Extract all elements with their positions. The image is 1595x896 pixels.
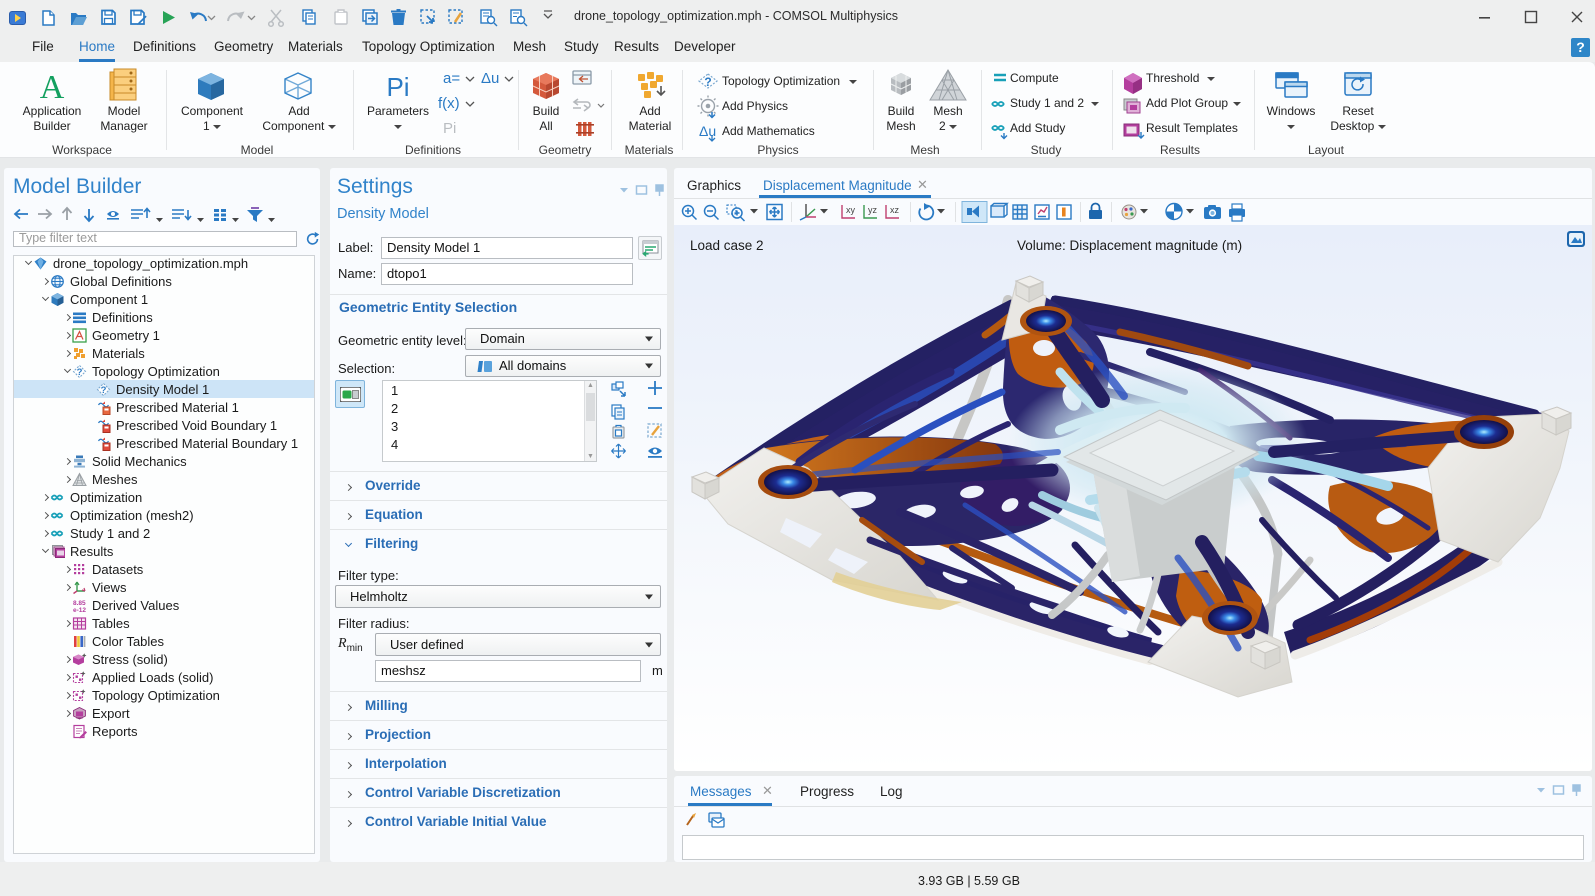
svg-text:Δu: Δu — [699, 123, 716, 139]
svg-text:8.85: 8.85 — [73, 600, 86, 607]
svg-text:a=: a= — [443, 70, 460, 87]
svg-text:?: ? — [77, 367, 83, 378]
svg-text:e-12: e-12 — [73, 607, 86, 613]
svg-text:xz: xz — [890, 205, 900, 215]
svg-text:?: ? — [704, 75, 711, 89]
svg-text:yz: yz — [868, 205, 878, 215]
svg-text:xy: xy — [846, 205, 856, 215]
svg-text:?: ? — [101, 385, 107, 396]
svg-text:Pi: Pi — [443, 120, 456, 137]
svg-text:Δu: Δu — [481, 70, 499, 87]
svg-text:A: A — [40, 69, 65, 106]
svg-text:Pi: Pi — [386, 72, 409, 102]
svg-text:f(x): f(x) — [438, 95, 460, 112]
